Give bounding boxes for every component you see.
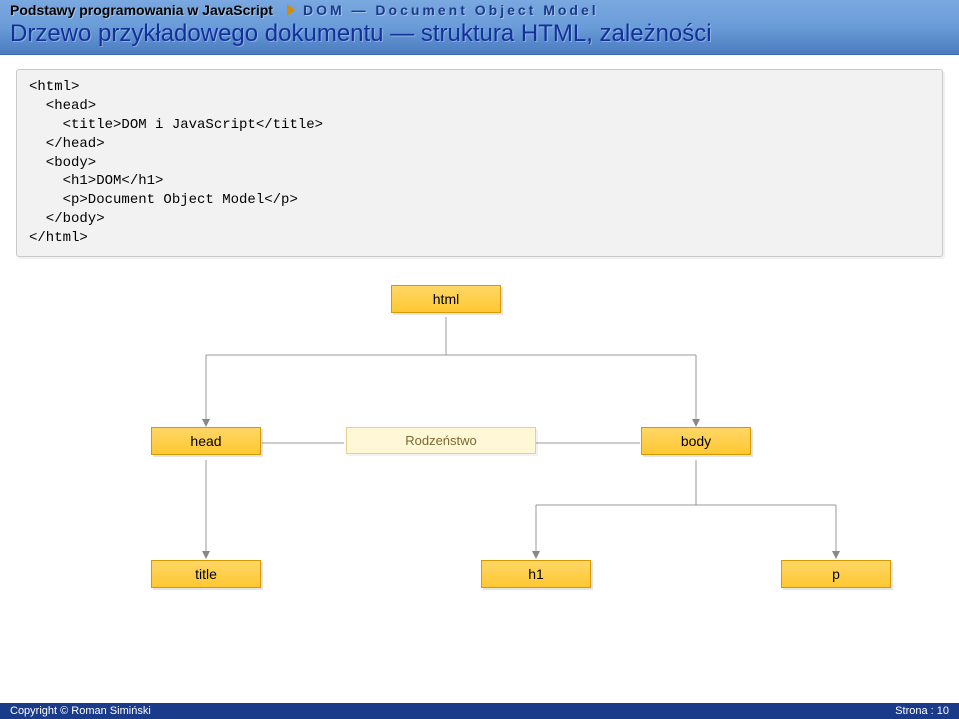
node-head: head <box>151 427 261 455</box>
breadcrumb-course: Podstawy programowania w JavaScript <box>10 2 273 18</box>
node-siblings-label: Rodzeństwo <box>346 427 536 454</box>
slide-content: <html> <head> <title>DOM i JavaScript</t… <box>0 55 959 669</box>
footer-copyright: Copyright © Roman Simiński <box>10 705 151 717</box>
node-h1: h1 <box>481 560 591 588</box>
slide-footer: Copyright © Roman Simiński Strona : 10 <box>0 703 959 719</box>
page-title: Drzewo przykładowego dokumentu — struktu… <box>0 18 959 54</box>
breadcrumb-arrow-icon <box>287 4 295 16</box>
diagram-connectors <box>16 275 943 655</box>
code-sample: <html> <head> <title>DOM i JavaScript</t… <box>16 69 943 257</box>
node-html: html <box>391 285 501 313</box>
node-p: p <box>781 560 891 588</box>
dom-tree-diagram: html head Rodzeństwo body title h1 p <box>16 275 943 655</box>
footer-page: Strona : 10 <box>895 705 949 717</box>
slide-header: Podstawy programowania w JavaScript DOM … <box>0 0 959 55</box>
node-title: title <box>151 560 261 588</box>
node-body: body <box>641 427 751 455</box>
breadcrumb-topic: DOM — Document Object Model <box>303 2 599 18</box>
breadcrumb: Podstawy programowania w JavaScript DOM … <box>0 0 959 18</box>
